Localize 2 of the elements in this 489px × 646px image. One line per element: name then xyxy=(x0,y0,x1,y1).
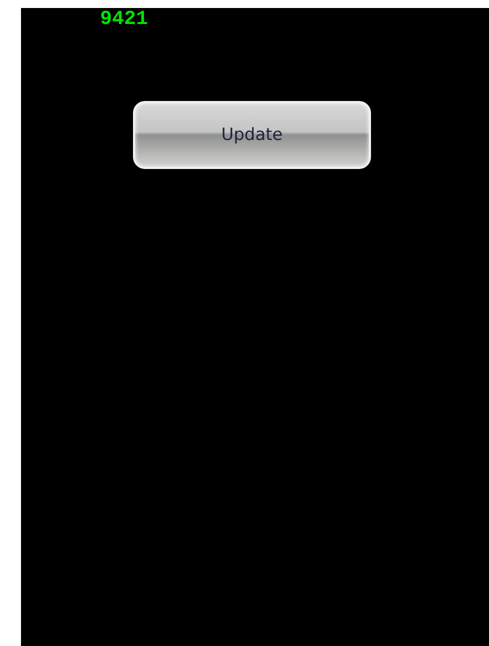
update-button[interactable]: Update xyxy=(133,101,371,169)
counter-text: 9421 xyxy=(100,10,148,30)
